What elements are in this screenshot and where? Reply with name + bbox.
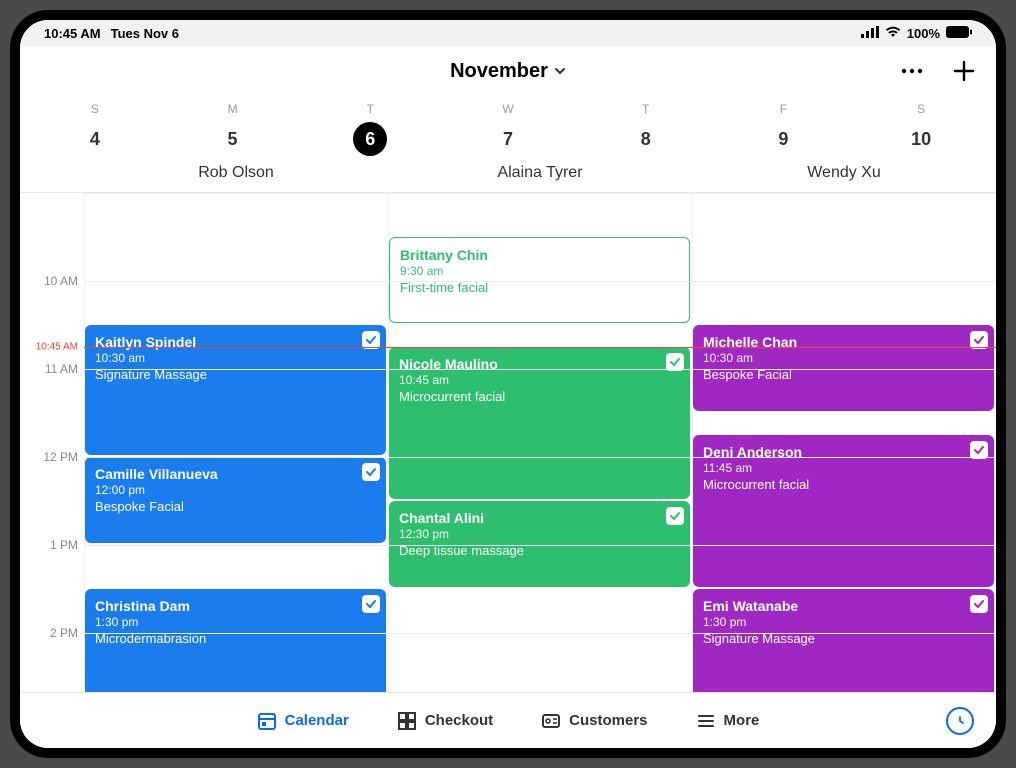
appointment-time: 9:30 am [400,264,659,280]
day-letter: S [91,102,99,116]
staff-column-0[interactable]: Kaitlyn Spindel10:30 amSignature Massage… [84,193,388,692]
appointment-time: 12:00 pm [95,483,356,499]
now-time-label: 10:45 AM [36,342,78,353]
day-number: 10 [904,122,938,156]
now-indicator [84,347,996,348]
nav-calendar[interactable]: Calendar [257,711,349,731]
time-label-14: 2 PM [50,626,78,640]
bottom-nav: Calendar Checkout Customers More [20,692,996,748]
appointment-christina-dam[interactable]: Christina Dam1:30 pmMicrodermabrasion [85,589,386,692]
month-label: November [450,60,548,83]
appointment-time: 1:30 pm [95,615,356,631]
appointment-kaitlyn-spindel[interactable]: Kaitlyn Spindel10:30 amSignature Massage [85,325,386,455]
appointment-brittany-chin[interactable]: Brittany Chin9:30 amFirst-time facial [389,237,690,323]
appointment-client: Emi Watanabe [703,597,964,615]
wifi-icon [885,26,901,41]
battery-pct: 100% [907,26,940,41]
checkmark-icon [362,595,380,613]
day-letter: T [367,102,374,116]
day-letter: S [917,102,925,116]
add-appointment-button[interactable] [950,57,978,85]
appointment-time: 10:45 am [399,373,660,389]
appointment-time: 1:30 pm [703,615,964,631]
appointment-time: 10:30 am [95,351,356,367]
time-label-11: 11 AM [45,362,78,376]
checkmark-icon [970,595,988,613]
time-label-12: 12 PM [43,450,78,464]
day-letter: M [228,102,238,116]
chevron-down-icon [554,60,566,83]
appointment-time: 11:45 am [703,461,964,477]
day-cell-10[interactable]: S 10 [852,96,990,160]
appointment-client: Michelle Chan [703,333,964,351]
staff-col-0: Rob Olson [84,164,388,182]
day-number: 9 [766,122,800,156]
staff-col-1: Alaina Tyrer [388,164,692,182]
battery-icon [946,26,972,41]
appointment-camille-villanueva[interactable]: Camille Villanueva12:00 pmBespoke Facial [85,457,386,543]
customers-icon [541,711,561,731]
month-picker[interactable]: November [450,60,566,83]
day-letter: F [780,102,787,116]
nav-more[interactable]: More [696,711,760,731]
checkout-icon [397,711,417,731]
calendar-header: November [20,46,996,96]
appointment-client: Brittany Chin [400,246,659,264]
nav-checkout-label: Checkout [425,712,493,729]
appointment-service: Microcurrent facial [399,389,660,406]
appointment-client: Nicole Maulino [399,355,660,373]
day-number: 4 [78,122,112,156]
staff-header-row: Rob Olson Alaina Tyrer Wendy Xu [20,160,996,192]
day-letter: T [642,102,649,116]
nav-customers-label: Customers [569,712,647,729]
staff-column-2[interactable]: Michelle Chan10:30 amBespoke Facial Deni … [692,193,996,692]
staff-column-1[interactable]: Brittany Chin9:30 amFirst-time facial Nic… [388,193,692,692]
appointment-client: Christina Dam [95,597,356,615]
day-cell-7[interactable]: W7 [439,96,577,160]
appointment-client: Camille Villanueva [95,465,356,483]
more-options-button[interactable] [898,57,926,85]
appointment-chantal-alini[interactable]: Chantal Alini12:30 pmDeep tissue massage [389,501,690,587]
day-number: 5 [216,122,250,156]
appointment-service: Microcurrent facial [703,477,964,494]
nav-calendar-label: Calendar [285,712,349,729]
checkmark-icon [666,507,684,525]
time-axis: 10 AM 11 AM 12 PM 1 PM 2 PM 10:45 AM [20,193,84,692]
staff-col-2: Wendy Xu [692,164,996,182]
cell-signal-icon [861,26,879,41]
week-day-row: S4M5T6W7T8F9S10 [20,96,996,160]
appointment-client: Deni Anderson [703,443,964,461]
status-time: 10:45 AM [44,26,101,41]
nav-customers[interactable]: Customers [541,711,647,731]
event-grid[interactable]: Kaitlyn Spindel10:30 amSignature Massage… [84,193,996,692]
day-cell-6[interactable]: T6 [301,96,439,160]
ios-statusbar: 10:45 AM Tues Nov 6 100% [20,20,996,46]
nav-checkout[interactable]: Checkout [397,711,493,731]
appointment-time: 10:30 am [703,351,964,367]
day-number: 7 [491,122,525,156]
appointment-emi-watanabe[interactable]: Emi Watanabe1:30 pmSignature Massage [693,589,994,692]
appointment-time: 12:30 pm [399,527,660,543]
appointment-service: First-time facial [400,280,659,297]
appointment-service: Bespoke Facial [95,499,356,516]
checkmark-icon [362,463,380,481]
day-number: 6 [353,122,387,156]
status-date: Tues Nov 6 [111,26,179,41]
time-label-13: 1 PM [50,538,78,552]
nav-more-label: More [724,712,760,729]
calendar-grid[interactable]: 10 AM 11 AM 12 PM 1 PM 2 PM 10:45 AM Kaitlyn … [20,193,996,692]
calendar-icon [257,711,277,731]
time-label-10: 10 AM [44,274,78,288]
day-cell-5[interactable]: M5 [164,96,302,160]
appointment-michelle-chan[interactable]: Michelle Chan10:30 amBespoke Facial [693,325,994,411]
day-cell-9[interactable]: F9 [715,96,853,160]
menu-icon [696,711,716,731]
appointment-client: Kaitlyn Spindel [95,333,356,351]
day-cell-8[interactable]: T8 [577,96,715,160]
day-cell-4[interactable]: S4 [26,96,164,160]
clock-button[interactable] [946,707,974,735]
day-number: 8 [629,122,663,156]
appointment-client: Chantal Alini [399,509,660,527]
day-letter: W [502,102,513,116]
